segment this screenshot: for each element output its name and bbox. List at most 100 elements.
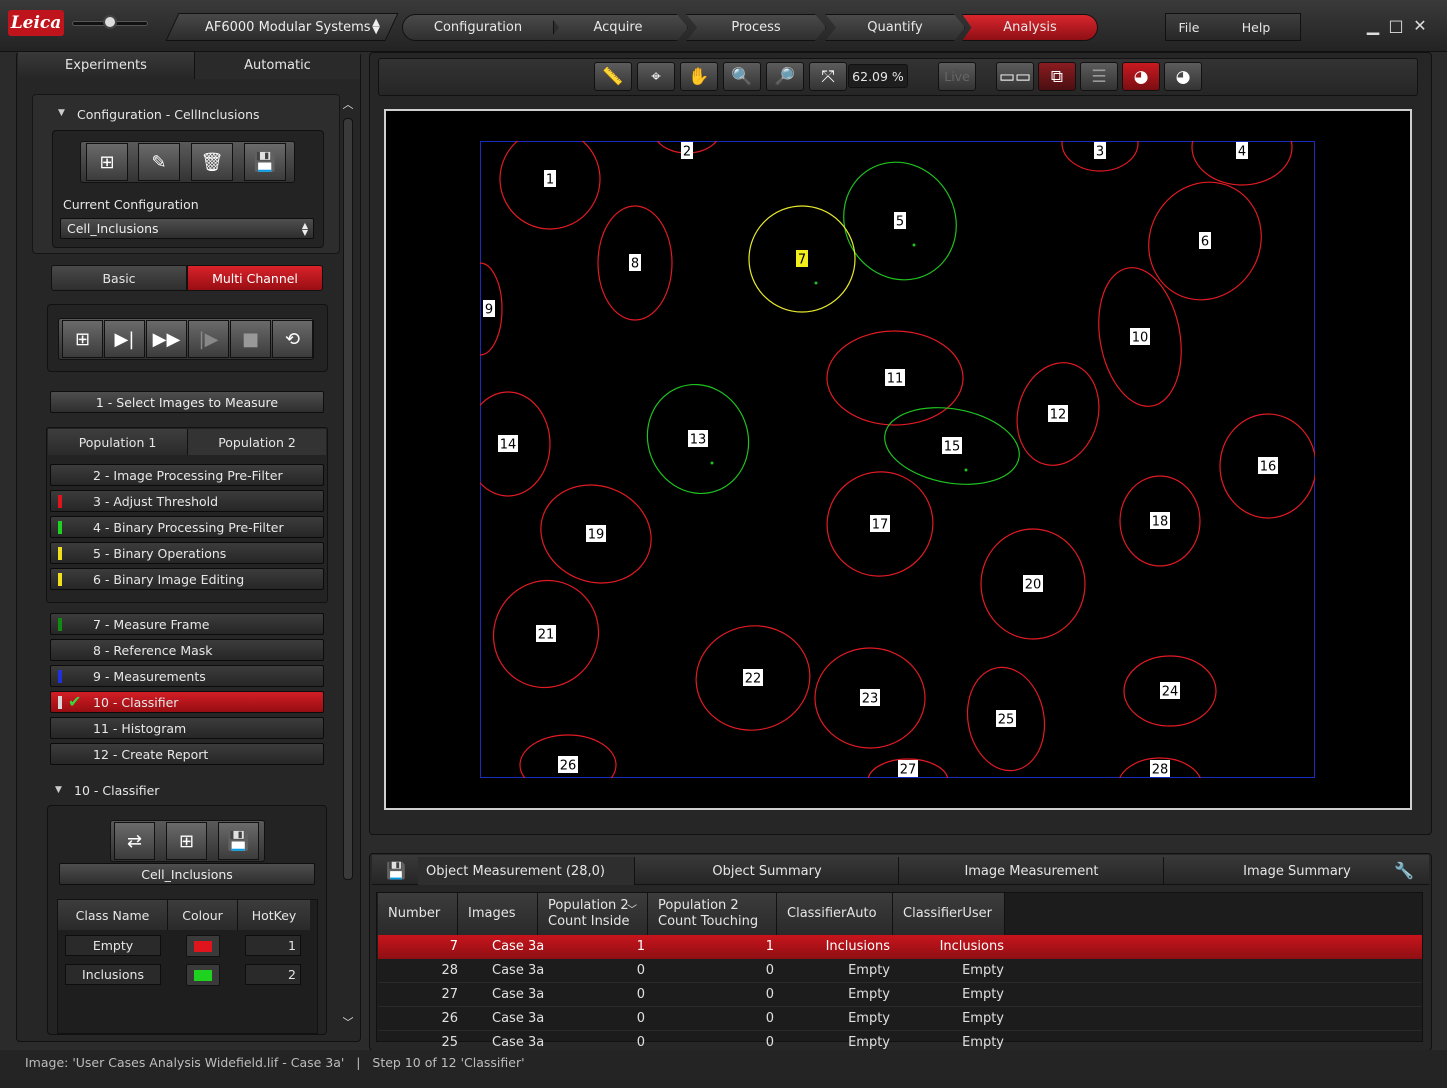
- save-config-icon[interactable]: 💾: [244, 143, 286, 181]
- step-item[interactable]: 3 - Adjust Threshold: [50, 490, 324, 512]
- class-name-field[interactable]: Inclusions: [65, 964, 161, 985]
- crosshair-icon[interactable]: ⌖: [637, 62, 675, 91]
- step-item[interactable]: 6 - Binary Image Editing: [50, 568, 324, 590]
- step-item[interactable]: 5 - Binary Operations: [50, 542, 324, 564]
- scroll-up-icon[interactable]: ︿: [341, 97, 355, 111]
- new-class-icon[interactable]: ⊞: [166, 822, 207, 860]
- cell-number-text: 28: [1152, 763, 1169, 778]
- class-hotkey-field[interactable]: 2: [245, 964, 301, 985]
- tab-population-2[interactable]: Population 2: [188, 429, 326, 455]
- minimize-icon[interactable]: ▁: [1362, 14, 1384, 36]
- column-count-touching[interactable]: Population 2 Count Touching: [648, 893, 777, 935]
- workflow-tab-acquire[interactable]: Acquire: [548, 14, 688, 41]
- step-item[interactable]: ✔ 10 - Classifier: [50, 691, 324, 713]
- step-label: 2 - Image Processing Pre-Filter: [93, 467, 283, 483]
- step-item[interactable]: 9 - Measurements: [50, 665, 324, 687]
- table-row[interactable]: 28 Case 3a 0 0 Empty Empty: [378, 959, 1422, 983]
- column-count-inside[interactable]: Population 2 Count Inside ﹀: [538, 893, 648, 935]
- zoom-level: 62.09 %: [848, 64, 908, 88]
- collapse-triangle-icon[interactable]: ▼: [55, 785, 62, 795]
- new-config-icon[interactable]: ⊞: [86, 143, 128, 181]
- class-colour-button[interactable]: [186, 935, 220, 957]
- table-row[interactable]: 7 Case 3a 1 1 Inclusions Inclusions: [378, 935, 1422, 959]
- tab-image-summary[interactable]: Image Summary: [1165, 857, 1429, 885]
- stop-icon[interactable]: ■: [230, 320, 271, 358]
- close-icon[interactable]: ✕: [1409, 14, 1431, 36]
- tab-basic[interactable]: Basic: [51, 265, 187, 291]
- colour-swatch: [194, 941, 212, 952]
- left-scrollbar-thumb[interactable]: [343, 118, 353, 880]
- cell-number-label: 23: [860, 689, 880, 707]
- step-item[interactable]: 12 - Create Report: [50, 743, 324, 765]
- brightness-slider-handle[interactable]: [103, 15, 117, 29]
- table-cell: 0: [636, 963, 645, 978]
- menu-file[interactable]: File: [1168, 13, 1210, 41]
- tab-image-measurement[interactable]: Image Measurement: [900, 857, 1164, 885]
- column-images[interactable]: Images: [458, 893, 538, 935]
- tab-automatic[interactable]: Automatic: [195, 52, 360, 79]
- new-run-icon[interactable]: ⊞: [62, 320, 103, 358]
- column-classifier-auto[interactable]: ClassifierAuto: [777, 893, 893, 935]
- wrench-icon[interactable]: 🔧: [1392, 858, 1416, 882]
- overlay-view-icon[interactable]: ⧉: [1038, 62, 1076, 91]
- split-view-icon[interactable]: ▭▭: [996, 62, 1034, 91]
- fit-to-window-icon[interactable]: ⤧: [809, 62, 847, 91]
- delete-config-icon[interactable]: 🗑: [191, 143, 233, 181]
- repeat-icon[interactable]: ⟲: [272, 320, 313, 358]
- system-selector-label[interactable]: AF6000 Modular Systems ▲ ▼: [205, 13, 380, 41]
- workflow-tab-configuration[interactable]: Configuration: [402, 14, 554, 41]
- collapse-triangle-icon[interactable]: ▼: [58, 108, 65, 118]
- live-button[interactable]: Live: [938, 62, 976, 91]
- step-color-marker: [58, 521, 62, 534]
- zoom-in-icon[interactable]: 🔎: [766, 62, 804, 91]
- cell-number-label: 15: [942, 437, 962, 455]
- mask-icon[interactable]: ◕: [1164, 62, 1202, 91]
- workflow-tab-analysis[interactable]: Analysis: [962, 14, 1098, 41]
- cell-number-text: 2: [683, 145, 691, 160]
- table-row[interactable]: 27 Case 3a 0 0 Empty Empty: [378, 983, 1422, 1007]
- tab-population-1[interactable]: Population 1: [48, 429, 188, 455]
- maximize-icon[interactable]: □: [1385, 14, 1407, 36]
- step-item[interactable]: 7 - Measure Frame: [50, 613, 324, 635]
- step-item[interactable]: 2 - Image Processing Pre-Filter: [50, 464, 324, 486]
- workflow-tab-quantify[interactable]: Quantify: [825, 14, 965, 41]
- tab-object-measurement[interactable]: Object Measurement (28,0): [418, 857, 635, 885]
- save-results-icon[interactable]: 💾: [384, 858, 408, 882]
- inclusion-dot: [964, 468, 968, 472]
- column-number[interactable]: Number: [378, 893, 458, 935]
- step-item[interactable]: 8 - Reference Mask: [50, 639, 324, 661]
- class-colour-button[interactable]: [186, 964, 220, 986]
- tab-experiments[interactable]: Experiments: [18, 52, 195, 79]
- cell-number-label: 28: [1150, 760, 1170, 778]
- workflow-tab-process[interactable]: Process: [686, 14, 826, 41]
- ruler-icon[interactable]: 📏: [594, 62, 632, 91]
- scroll-down-icon[interactable]: ﹀: [341, 1015, 355, 1029]
- microscopy-image[interactable]: 12 3 4567891011121314 151617 181920212223 242…: [480, 141, 1315, 778]
- current-config-label: Current Configuration: [63, 197, 199, 212]
- class-hotkey-field[interactable]: 1: [245, 935, 301, 956]
- tab-multi-channel[interactable]: Multi Channel: [187, 265, 323, 291]
- step-item[interactable]: 11 - Histogram: [50, 717, 324, 739]
- fast-forward-icon[interactable]: ▶▶: [146, 320, 187, 358]
- step-forward-icon[interactable]: ▶|: [104, 320, 145, 358]
- select-images-step[interactable]: 1 - Select Images to Measure: [50, 391, 324, 413]
- column-classifier-user[interactable]: ClassifierUser: [893, 893, 1005, 935]
- current-config-select[interactable]: Cell_Inclusions ▲ ▼: [60, 218, 314, 239]
- save-classifier-icon[interactable]: 💾: [218, 822, 259, 860]
- tab-object-summary[interactable]: Object Summary: [636, 857, 899, 885]
- table-view-icon[interactable]: ☰: [1080, 62, 1118, 91]
- menu-help[interactable]: Help: [1232, 13, 1280, 41]
- refresh-classes-icon[interactable]: ⇄: [114, 822, 155, 860]
- mask-overlay-icon[interactable]: ◕: [1122, 62, 1160, 91]
- classifier-name-field[interactable]: Cell_Inclusions: [59, 863, 315, 885]
- table-row[interactable]: 26 Case 3a 0 0 Empty Empty: [378, 1007, 1422, 1031]
- step-item[interactable]: 4 - Binary Processing Pre-Filter: [50, 516, 324, 538]
- pan-hand-icon[interactable]: ✋: [680, 62, 718, 91]
- cell-number-label: 11: [885, 369, 905, 387]
- cell-number-label: 18: [1150, 512, 1170, 530]
- step-disabled-icon[interactable]: |▶: [188, 320, 229, 358]
- edit-config-icon[interactable]: ✎: [138, 143, 180, 181]
- zoom-out-icon[interactable]: 🔍: [723, 62, 761, 91]
- cell-number-text: 26: [560, 759, 577, 774]
- class-name-field[interactable]: Empty: [65, 935, 161, 956]
